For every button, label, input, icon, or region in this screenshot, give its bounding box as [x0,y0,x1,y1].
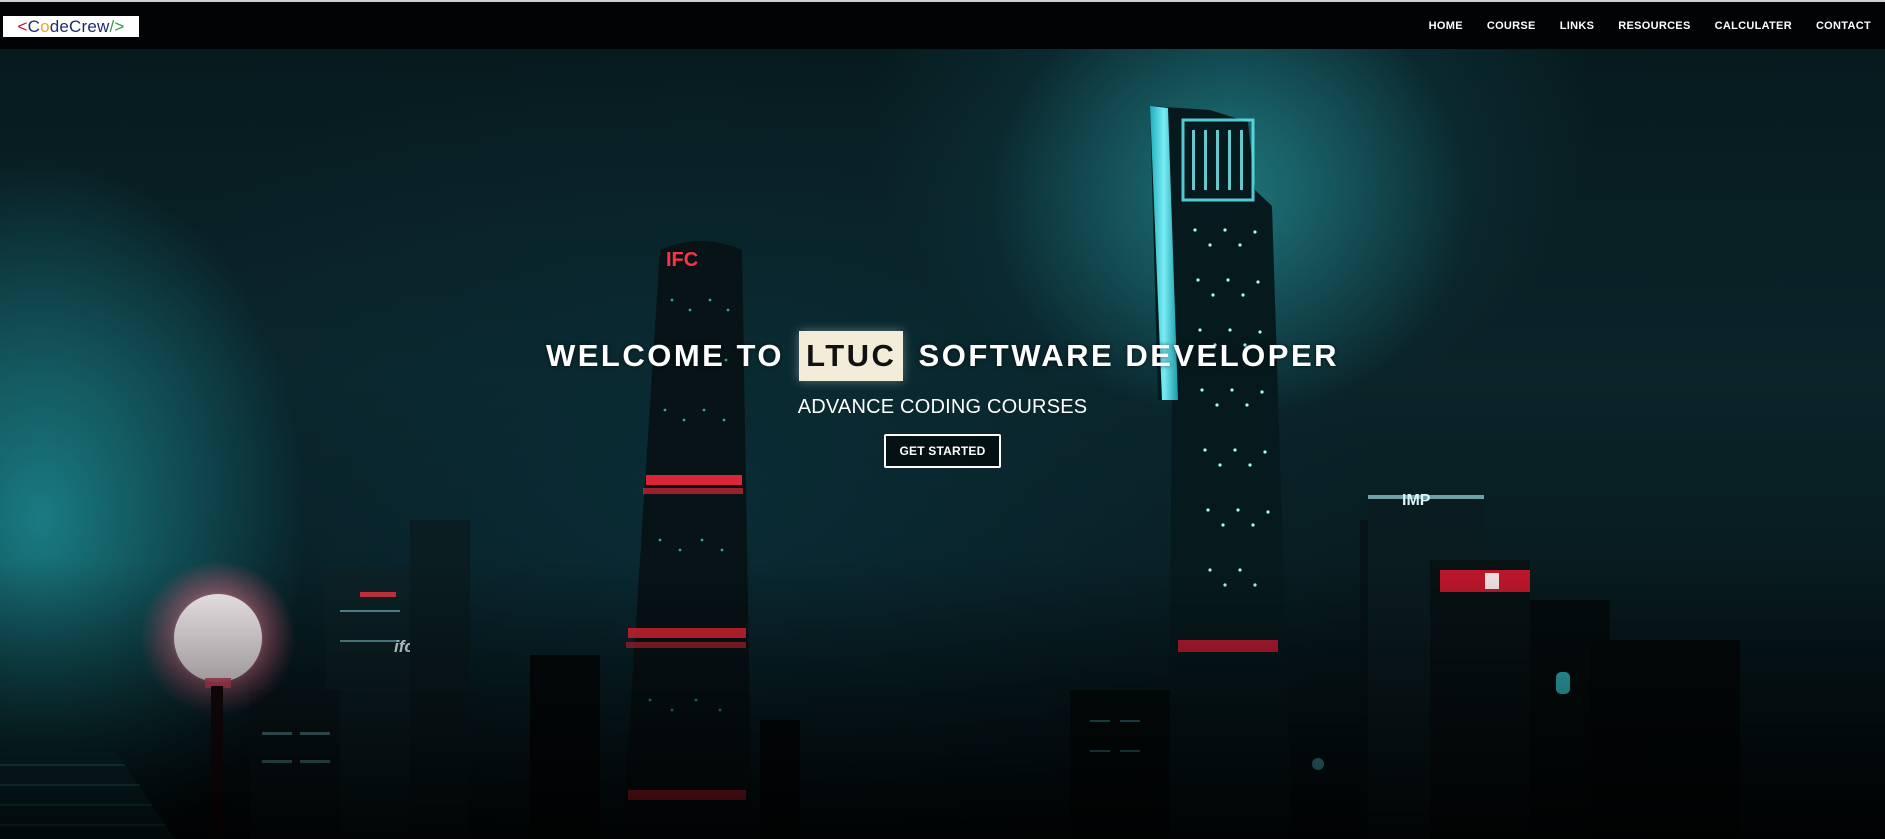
nav-home-link[interactable]: HOME [1429,20,1463,32]
nav-links-link[interactable]: LINKS [1560,20,1595,32]
ifc-sign: IFC [666,249,698,271]
page: IMP IFC < C o deCrew /> HOME COURSE LINK… [0,0,1885,839]
hero-title: WELCOME TO LTUC SOFTWARE DEVELOPER [0,330,1885,382]
hero-title-before: WELCOME TO [545,338,784,373]
logo-letter-o: o [40,17,50,36]
codecrew-logo[interactable]: < Co deCrew/> [3,16,139,37]
nav-calculater-link[interactable]: CALCULATER [1715,20,1792,32]
logo-bracket-open: < [17,17,28,36]
imp-sign: IMP [1402,492,1431,509]
hero-section: WELCOME TO LTUC SOFTWARE DEVELOPER ADVAN… [0,330,1885,468]
logo-letter-c: C [27,17,41,36]
nav-resources-link[interactable]: RESOURCES [1618,20,1690,32]
ground-fade [0,560,1885,839]
hero-subtitle: ADVANCE CODING COURSES [797,396,1088,418]
get-started-button[interactable]: GET STARTED [883,434,1002,468]
ifc-red-band [646,475,742,485]
ifc-red-band [643,488,743,494]
hero-title-after: SOFTWARE DEVELOPER [918,338,1340,373]
logo-text: deCrew [49,17,110,36]
nav-contact-link[interactable]: CONTACT [1816,20,1871,32]
nav-links: HOME COURSE LINKS RESOURCES CALCULATER C… [1405,20,1871,32]
nav-course-link[interactable]: COURSE [1487,20,1536,32]
top-navbar: < Co deCrew/> HOME COURSE LINKS RESOURCES … [0,0,1885,49]
hero-title-highlight: LTUC [799,331,904,381]
logo-bracket-close: /> [109,17,125,36]
